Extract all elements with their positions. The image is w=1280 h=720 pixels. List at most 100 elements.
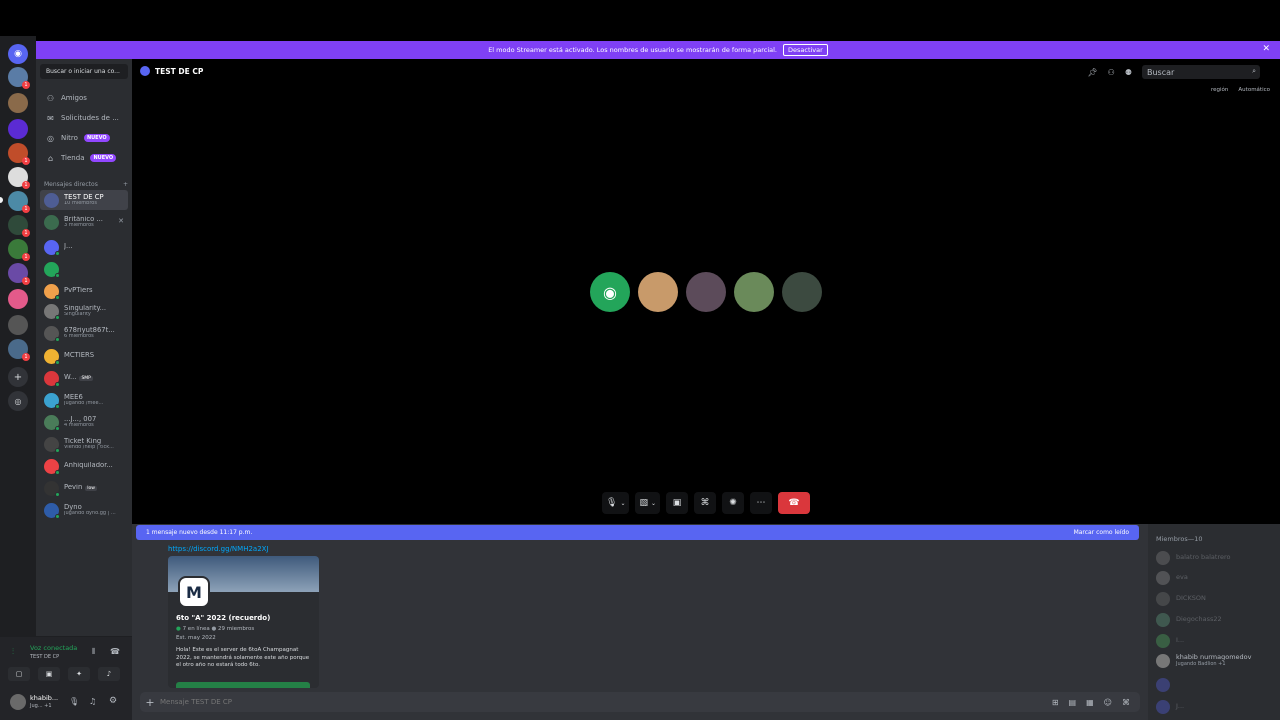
soundboard-button[interactable]: ♪ <box>98 667 120 681</box>
server-icon[interactable]: 1 <box>8 143 30 165</box>
participant-avatar[interactable] <box>782 272 822 312</box>
noise-suppression-icon[interactable]: ⦀ <box>92 647 96 657</box>
server-icon[interactable]: 1 <box>8 215 30 237</box>
gear-icon[interactable]: ⚙ <box>109 696 117 706</box>
participant-avatar[interactable]: ◉ <box>590 272 630 312</box>
member-item[interactable]: eva <box>1156 571 1276 585</box>
sticker-icon[interactable]: ▦ <box>1086 698 1094 707</box>
gamepad-icon: ⌘ <box>700 498 710 508</box>
group-icon <box>140 66 150 76</box>
soundboard-button[interactable]: ✺ <box>722 492 745 514</box>
mute-button[interactable]: 🎙︎ ⌄ <box>602 492 630 514</box>
mark-read-button[interactable]: Marcar como leído <box>1074 529 1129 536</box>
message-input[interactable] <box>160 698 1052 706</box>
gift-icon[interactable]: ⊞ <box>1052 698 1059 707</box>
user-panel: khabib... Jug... +1 🎙︎ ♫ ⚙ <box>0 686 132 720</box>
members-icon[interactable]: ⚉ <box>1125 68 1132 77</box>
invite-link[interactable]: https://discord.gg/NMH2a2XJ <box>168 545 269 553</box>
add-friend-icon[interactable]: ⚇ <box>1108 68 1115 77</box>
gif-icon[interactable]: ▤ <box>1069 698 1077 707</box>
nav-item[interactable]: ✉ Solicitudes de ... <box>40 109 128 127</box>
headphones-icon[interactable]: ♫ <box>89 697 96 706</box>
status-dot-icon <box>55 381 60 387</box>
dm-item[interactable]: MEE6 Jugando /mee... <box>40 390 128 410</box>
dm-item[interactable]: Singularity... Singularity <box>40 301 128 321</box>
server-icon[interactable] <box>8 119 28 139</box>
member-item[interactable]: I... <box>1156 634 1276 648</box>
emoji-icon[interactable]: ☺ <box>1104 698 1112 707</box>
disable-streamer-button[interactable]: Desactivar <box>783 44 828 56</box>
voice-channel[interactable]: TEST DE CP <box>30 654 59 660</box>
server-icon[interactable]: 1 <box>8 191 30 213</box>
camera-button[interactable]: ▢ <box>8 667 30 681</box>
server-icon[interactable] <box>8 315 28 335</box>
discord-home-icon[interactable]: ◉ <box>8 44 28 64</box>
dm-item[interactable]: J... <box>40 237 128 257</box>
explore-icon[interactable]: ◎ <box>8 391 28 411</box>
nav-item[interactable]: ⌂ Tienda NUEVO <box>40 149 128 167</box>
dm-name-text: MEE6 <box>64 393 83 401</box>
join-button[interactable] <box>176 682 310 688</box>
pin-icon[interactable]: 📌︎ <box>1088 68 1098 77</box>
dm-item[interactable]: ...J..., 007 4 miembros <box>40 412 128 432</box>
dm-item[interactable]: TEST DE CP 10 miembros <box>40 190 128 210</box>
more-button[interactable]: ⋯ <box>750 492 773 514</box>
member-item[interactable]: khabib nurmagomedov Jugando Badlion +1 <box>1156 653 1276 668</box>
voice-status[interactable]: Voz conectada <box>30 644 77 652</box>
new-messages-bar[interactable]: 1 mensaje nuevo desde 11:17 p.m. Marcar … <box>136 525 1139 540</box>
avatar[interactable] <box>10 694 26 710</box>
chevron-down-icon[interactable]: ⌄ <box>651 500 656 507</box>
server-icon[interactable]: 1 <box>8 239 30 261</box>
add-dm-icon[interactable]: + <box>123 181 128 188</box>
member-item[interactable]: balatro balatrero <box>1156 551 1276 565</box>
avatar <box>44 239 60 256</box>
region-value[interactable]: Automático <box>1238 87 1270 93</box>
apps-icon[interactable]: ⌘ <box>1122 698 1130 707</box>
video-button[interactable]: ▧ ⌄ <box>635 492 661 514</box>
activity-button[interactable]: ✦ <box>68 667 90 681</box>
dm-text: Ticket King Viendo /help | tick... <box>64 438 114 451</box>
screen-share-button[interactable]: ▣ <box>666 492 689 514</box>
dm-item[interactable]: Dyno Jugando dyno.gg | ... <box>40 500 128 520</box>
dm-search-input[interactable]: Buscar o iniciar una co... <box>40 64 128 79</box>
server-icon[interactable] <box>8 93 28 113</box>
dm-item[interactable]: MCTIERS <box>40 346 128 366</box>
status-dot-icon <box>55 491 60 497</box>
dm-item[interactable]: Pevin low <box>40 478 128 498</box>
dm-item[interactable] <box>40 259 128 279</box>
participant-avatar[interactable] <box>734 272 774 312</box>
participant-avatar[interactable] <box>638 272 678 312</box>
nav-item[interactable]: ⚇ Amigos <box>40 89 128 107</box>
server-icon[interactable]: 1 <box>8 67 30 89</box>
member-item[interactable] <box>1156 678 1276 692</box>
dm-item[interactable]: Ticket King Viendo /help | tick... <box>40 434 128 454</box>
server-icon[interactable] <box>8 289 28 309</box>
member-item[interactable]: Diegochass22 <box>1156 613 1276 627</box>
member-item[interactable]: DICKSON <box>1156 592 1276 606</box>
member-item[interactable]: J... <box>1156 700 1276 714</box>
dm-item[interactable]: 678riyut867t... 6 miembros <box>40 323 128 343</box>
dm-item[interactable]: Británico ... 3 miembros ✕ <box>40 212 128 232</box>
server-icon[interactable]: 1 <box>8 167 30 189</box>
server-icon[interactable]: 1 <box>8 339 30 361</box>
chevron-down-icon[interactable]: ⌄ <box>620 500 625 507</box>
screen-share-button[interactable]: ▣ <box>38 667 60 681</box>
activity-button[interactable]: ⌘ <box>694 492 717 514</box>
dm-sub: 6 miembros <box>64 333 94 339</box>
disconnect-icon[interactable]: ☎ <box>110 647 120 656</box>
close-icon[interactable]: ✕ <box>118 217 124 225</box>
participant-avatar[interactable] <box>686 272 726 312</box>
add-attachment-icon[interactable]: + <box>140 696 160 709</box>
search-input[interactable]: Buscar ⌕ <box>1142 65 1260 79</box>
disconnect-button[interactable]: ☎ <box>778 492 811 514</box>
region-selector[interactable]: región Automático <box>1211 87 1270 93</box>
add-server-icon[interactable]: + <box>8 367 28 387</box>
mic-icon[interactable]: 🎙︎ <box>69 697 79 706</box>
call-header: TEST DE CP <box>140 66 203 76</box>
server-icon[interactable]: 1 <box>8 263 30 285</box>
dm-item[interactable]: W... SMP <box>40 368 128 388</box>
close-icon[interactable]: ✕ <box>1262 44 1270 54</box>
dm-item[interactable]: PvPTiers <box>40 281 128 301</box>
dm-item[interactable]: Anhiquilador... <box>40 456 128 476</box>
nav-item[interactable]: ◎ Nitro NUEVO <box>40 129 128 147</box>
